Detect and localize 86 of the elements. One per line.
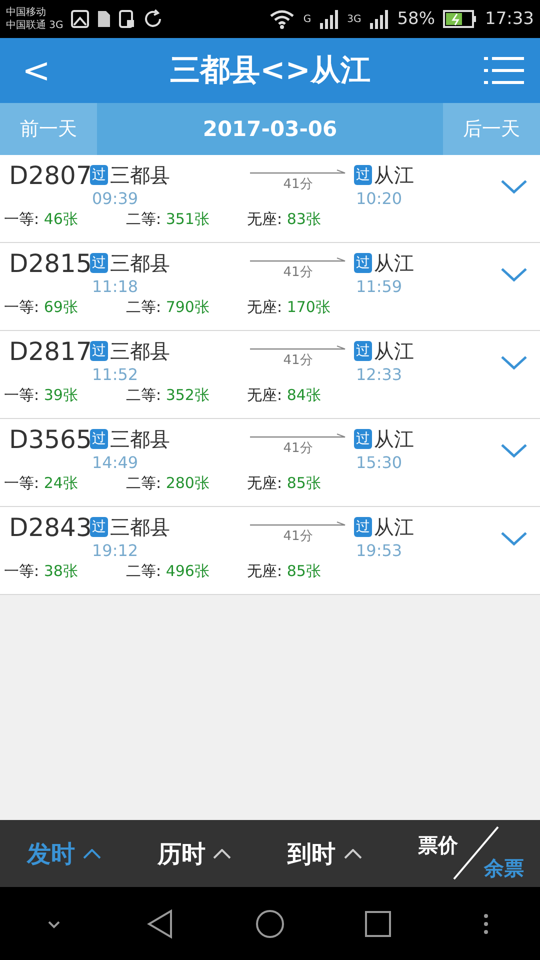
clock-time: 17:33 (485, 9, 534, 29)
duration-label: 41分 (283, 352, 313, 369)
arrival-time: 19:53 (355, 541, 404, 560)
arrival-station: 从江 (374, 514, 414, 541)
chevron-down-icon[interactable] (500, 443, 528, 459)
seat-availability: 无座: 170张 (247, 298, 332, 317)
back-button[interactable]: < (16, 50, 56, 90)
sort-tab[interactable]: 到时 (288, 838, 418, 870)
arrival-time: 15:30 (355, 453, 404, 472)
departure-time: 11:52 (91, 365, 140, 384)
departure-station: 三都县 (110, 162, 170, 189)
lock-file-icon (119, 10, 136, 28)
arrival-station: 从江 (374, 162, 414, 189)
battery-charging-icon (443, 10, 477, 28)
pass-badge: 过 (354, 253, 372, 273)
seat-availability: 无座: 85张 (247, 474, 322, 493)
carrier-label: 中国联通 3G (6, 19, 64, 32)
pass-badge: 过 (354, 517, 372, 537)
pass-badge: 过 (90, 253, 108, 273)
seat-availability: 一等: 39张 (4, 386, 79, 405)
arrival-time: 11:59 (355, 277, 404, 296)
sort-tab[interactable]: 余票 (484, 854, 524, 882)
duration-label: 41分 (283, 264, 313, 281)
network-label: G (303, 14, 312, 24)
seat-availability: 一等: 46张 (4, 210, 79, 229)
departure-time: 11:18 (91, 277, 140, 296)
arrival-station: 从江 (374, 426, 414, 453)
train-number: D2815 (8, 249, 90, 279)
departure-time: 19:12 (91, 541, 140, 560)
seat-availability: 二等: 280张 (126, 474, 210, 493)
sort-tab[interactable]: 票价 (418, 832, 458, 858)
carrier-label: 中国移动 (6, 6, 47, 19)
pass-badge: 过 (354, 429, 372, 449)
seat-availability: 无座: 84张 (247, 386, 322, 405)
wifi-icon (269, 9, 296, 29)
sort-tab[interactable]: 发时 (27, 838, 158, 870)
seat-availability: 一等: 38张 (4, 562, 79, 581)
seat-availability: 二等: 352张 (126, 386, 210, 405)
image-icon (71, 10, 90, 28)
pass-badge: 过 (354, 165, 372, 185)
signal-icon (369, 9, 390, 29)
signal-icon (319, 9, 340, 29)
seat-availability: 无座: 85张 (247, 562, 322, 581)
seat-availability: 无座: 83张 (247, 210, 322, 229)
network-label: 3G (347, 14, 362, 24)
seat-availability: 二等: 496张 (126, 562, 210, 581)
train-number: D3565 (8, 425, 90, 455)
caret-up-icon (213, 848, 232, 858)
page-title: 三都县<>从江 (170, 52, 370, 90)
chevron-down-icon[interactable] (500, 179, 528, 195)
train-number: D2843 (8, 513, 90, 543)
caret-up-icon (344, 848, 362, 858)
menu-button[interactable] (484, 54, 524, 86)
pass-badge: 过 (90, 517, 108, 537)
chevron-down-icon[interactable] (500, 267, 528, 283)
sort-tab[interactable]: 历时 (157, 838, 288, 870)
departure-time: 14:49 (91, 453, 140, 472)
departure-station: 三都县 (110, 514, 170, 541)
sync-icon (143, 9, 164, 29)
departure-station: 三都县 (110, 338, 170, 365)
pass-badge: 过 (90, 341, 108, 361)
departure-station: 三都县 (110, 250, 170, 277)
seat-availability: 二等: 351张 (126, 210, 210, 229)
arrival-time: 10:20 (355, 189, 404, 208)
departure-time: 09:39 (91, 189, 140, 208)
pass-badge: 过 (90, 429, 108, 449)
chevron-down-icon[interactable] (500, 355, 528, 371)
sim-card-icon (97, 10, 112, 28)
battery-percent: 58% (397, 9, 435, 29)
seat-availability: 一等: 69张 (4, 298, 79, 317)
duration-label: 41分 (283, 528, 313, 545)
seat-availability: 一等: 24张 (4, 474, 79, 493)
pass-badge: 过 (354, 341, 372, 361)
arrival-time: 12:33 (355, 365, 404, 384)
pass-badge: 过 (90, 165, 108, 185)
caret-up-icon (83, 848, 101, 858)
duration-label: 41分 (283, 176, 313, 193)
train-number: D2807 (8, 161, 90, 191)
seat-availability: 二等: 790张 (126, 298, 210, 317)
chevron-down-icon[interactable] (500, 531, 528, 547)
arrival-station: 从江 (374, 250, 414, 277)
arrival-station: 从江 (374, 338, 414, 365)
departure-station: 三都县 (110, 426, 170, 453)
train-number: D2817 (8, 337, 90, 367)
date-label: 2017-03-06 (202, 116, 338, 143)
duration-label: 41分 (283, 440, 313, 457)
